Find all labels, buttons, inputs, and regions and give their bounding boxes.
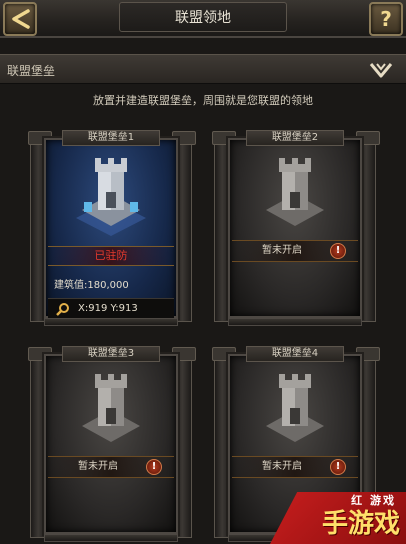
coordinate-link[interactable]: X:919 Y:913 bbox=[48, 298, 174, 318]
locked-status: 暂未开启 ! bbox=[232, 240, 358, 262]
hint-text: 放置并建造联盟堡垒，周围就是您联盟的领地 bbox=[93, 94, 313, 107]
status-text: 暂未开启 bbox=[262, 245, 302, 256]
locked-status: 暂未开启 ! bbox=[232, 456, 358, 478]
fortress-tower-icon bbox=[76, 158, 146, 236]
garrison-status: 已驻防 bbox=[48, 246, 174, 266]
card-shelf bbox=[44, 534, 178, 542]
back-button[interactable] bbox=[3, 2, 37, 36]
section-label: 联盟堡垒 bbox=[7, 64, 56, 78]
build-value: 建筑值:180,000 bbox=[54, 280, 129, 291]
coordinates: X:919 Y:913 bbox=[78, 303, 138, 314]
card-shelf bbox=[228, 318, 362, 326]
fortress-title: 联盟堡垒1 bbox=[62, 130, 160, 146]
warning-icon[interactable]: ! bbox=[330, 243, 346, 259]
chevron-down-icon[interactable] bbox=[368, 58, 394, 82]
page-title: 联盟领地 bbox=[119, 2, 287, 32]
locked-status: 暂未开启 ! bbox=[48, 456, 174, 478]
fortress-tower-icon bbox=[266, 158, 324, 226]
fortress-card-1[interactable]: 联盟堡垒1 已驻防 建筑值:180,000 X:919 Y:913 bbox=[28, 130, 196, 330]
warning-icon[interactable]: ! bbox=[146, 459, 162, 475]
fortress-card-2[interactable]: 联盟堡垒2 暂未开启 ! bbox=[212, 130, 380, 330]
top-bar: 联盟领地 ? bbox=[0, 0, 406, 38]
back-arrow-icon bbox=[12, 9, 30, 29]
help-button[interactable]: ? bbox=[369, 2, 403, 36]
fortress-title: 联盟堡垒4 bbox=[246, 346, 344, 362]
fortress-tower-icon bbox=[266, 374, 324, 442]
fortress-tower-icon bbox=[82, 374, 140, 442]
fortress-card-3[interactable]: 联盟堡垒3 暂未开启 ! bbox=[28, 346, 196, 544]
status-text: 暂未开启 bbox=[78, 461, 118, 472]
magnifier-icon bbox=[56, 303, 69, 316]
watermark-main: 手游戏 bbox=[321, 509, 400, 539]
card-shelf bbox=[44, 318, 178, 326]
section-header[interactable]: 联盟堡垒 bbox=[0, 54, 406, 84]
fortress-title: 联盟堡垒3 bbox=[62, 346, 160, 362]
status-text: 暂未开启 bbox=[262, 461, 302, 472]
fortress-title: 联盟堡垒2 bbox=[246, 130, 344, 146]
warning-icon[interactable]: ! bbox=[330, 459, 346, 475]
